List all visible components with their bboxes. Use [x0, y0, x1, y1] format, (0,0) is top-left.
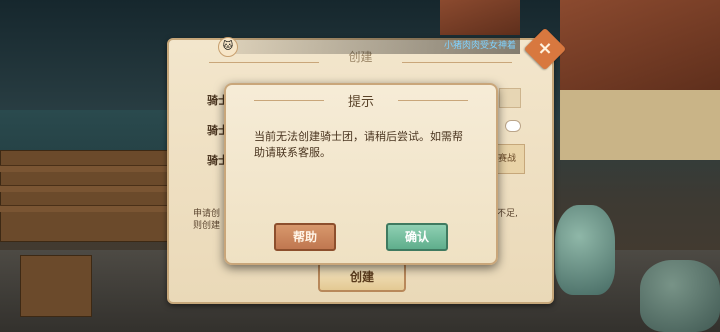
note-line: 不足,	[497, 209, 518, 219]
banner-text: 小猪肉肉受女神着	[443, 41, 516, 51]
panel-note-right: 不足,	[497, 208, 518, 220]
top-banner: 小猪肉肉受女神着	[220, 38, 520, 54]
title-ornament	[398, 100, 468, 101]
house-roof	[560, 0, 720, 90]
note-line: 则创建	[193, 221, 221, 231]
dialog-message: 当前无法创建骑士团，请稍后尝试。如需帮助请联系客服。	[254, 130, 463, 159]
wooden-crate	[20, 255, 92, 317]
close-button[interactable]: ×	[523, 27, 567, 71]
wooden-dock	[0, 150, 177, 242]
dock-plank	[0, 165, 175, 172]
house-roof	[440, 0, 520, 35]
notice-dialog: 提示 当前无法创建骑士团，请稍后尝试。如需帮助请联系客服。 帮助 确认	[224, 83, 498, 265]
confirm-button[interactable]: 确认	[386, 223, 448, 251]
toggle-switch[interactable]	[505, 120, 521, 132]
panel-note: 申请创 则创建	[193, 208, 220, 232]
fountain	[640, 260, 720, 332]
help-button[interactable]: 帮助	[274, 223, 336, 251]
note-line: 申请创	[193, 209, 221, 219]
house-wall	[560, 90, 720, 160]
title-ornament	[209, 62, 319, 63]
dock-plank	[0, 205, 175, 212]
title-ornament	[402, 62, 512, 63]
cat-face-icon: 🐱	[218, 37, 238, 57]
field-input[interactable]	[499, 88, 521, 108]
stone-statue	[555, 205, 615, 295]
dock-plank	[0, 185, 175, 192]
create-button[interactable]: 创建	[318, 262, 406, 292]
close-icon: ×	[537, 38, 553, 59]
